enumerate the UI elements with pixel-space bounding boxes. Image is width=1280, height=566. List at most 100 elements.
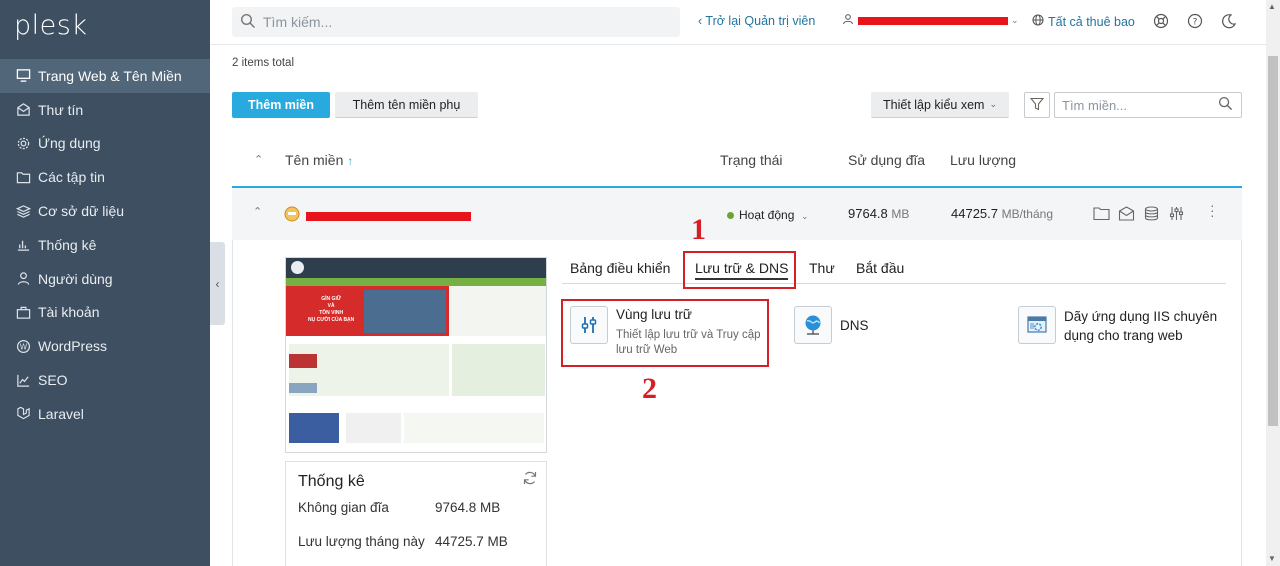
thumbnail-footer-image <box>289 413 339 443</box>
sidebar-item-users[interactable]: Người dùng <box>0 262 210 296</box>
laravel-icon <box>15 406 31 422</box>
search-icon[interactable] <box>1218 96 1233 114</box>
globe-network-icon <box>805 315 821 335</box>
topbar: ‹ Trở lại Quản trị viên ⌄ Tất cả thuê ba… <box>210 0 1266 45</box>
tabs-divider <box>562 283 1226 284</box>
traffic-cell: 44725.7 MB/tháng <box>951 206 1053 221</box>
mail-icon <box>15 102 31 118</box>
sidebar-item-databases[interactable]: Cơ sở dữ liệu <box>0 194 210 228</box>
stat-traffic-label: Lưu lượng tháng này <box>298 534 425 549</box>
view-settings-button[interactable]: Thiết lập kiểu xem ⌄ <box>871 92 1009 118</box>
mail-icon[interactable] <box>1118 206 1135 224</box>
website-thumbnail[interactable]: GÌN GIỮ VÀ TÔN VINH NỤ CƯỜI CỦA BẠN <box>285 257 547 453</box>
tab-mail[interactable]: Thư <box>809 260 835 276</box>
annotation-box-hosting-tab <box>683 251 796 289</box>
thumbnail-footer-block <box>346 413 401 443</box>
column-header-status[interactable]: Trạng thái <box>720 152 783 168</box>
add-subdomain-button[interactable]: Thêm tên miền phụ <box>335 92 478 118</box>
thumbnail-header <box>286 258 546 278</box>
sidebar-item-label: Thống kê <box>38 236 97 253</box>
annotation-number-1: 1 <box>691 213 706 246</box>
sidebar-item-seo[interactable]: SEO <box>0 363 210 397</box>
svg-text:W: W <box>19 342 27 351</box>
help-icon[interactable]: ? <box>1186 12 1204 30</box>
sidebar-item-websites[interactable]: Trang Web & Tên Miền <box>0 59 210 93</box>
filter-icon <box>1029 97 1045 114</box>
global-search[interactable] <box>232 7 680 37</box>
thumbnail-sidebar <box>449 286 546 336</box>
scrollbar-thumb[interactable] <box>1268 56 1278 426</box>
dns-tile-title[interactable]: DNS <box>840 318 869 333</box>
chevron-down-icon: ⌄ <box>989 99 997 109</box>
sliders-icon[interactable] <box>1168 206 1185 224</box>
globe-icon <box>1032 14 1044 29</box>
sidebar-item-label: Thư tín <box>38 101 84 118</box>
plesk-logo[interactable]: plesk <box>14 10 87 41</box>
search-input[interactable] <box>263 14 663 30</box>
scroll-up-arrow-icon[interactable]: ▲ <box>1268 2 1276 11</box>
filter-button[interactable] <box>1024 92 1050 118</box>
thumbnail-photo <box>364 290 446 333</box>
sidebar-item-label: Trang Web & Tên Miền <box>38 67 182 84</box>
chevron-down-icon: ⌄ <box>801 211 809 221</box>
sidebar-item-statistics[interactable]: Thống kê <box>0 228 210 262</box>
sidebar-item-label: Các tập tin <box>38 169 105 186</box>
stat-disk-label: Không gian đĩa <box>298 500 389 515</box>
sidebar-item-label: Laravel <box>38 405 84 422</box>
app-pool-icon <box>1027 316 1047 333</box>
column-header-domain[interactable]: Tên miền ↑ <box>285 152 353 168</box>
thumbnail-footer-block <box>404 413 544 443</box>
annotation-number-2: 2 <box>642 372 657 405</box>
scroll-down-arrow-icon[interactable]: ▼ <box>1268 554 1276 563</box>
collapse-all-icon[interactable]: ⌃ <box>254 153 263 166</box>
gear-icon <box>15 135 31 151</box>
add-domain-button[interactable]: Thêm miền <box>232 92 330 118</box>
thumbnail-news-image <box>289 354 317 368</box>
thumbnail-banner: GÌN GIỮ VÀ TÔN VINH NỤ CƯỜI CỦA BẠN <box>286 286 449 336</box>
back-to-admin-link[interactable]: ‹ Trở lại Quản trị viên <box>698 14 815 28</box>
sidebar-item-files[interactable]: Các tập tin <box>0 160 210 194</box>
more-options-icon[interactable]: · · · <box>1210 198 1215 222</box>
tab-getting-started[interactable]: Bắt đầu <box>856 260 904 276</box>
bar-chart-icon <box>15 237 31 253</box>
dark-mode-icon[interactable] <box>1220 12 1238 30</box>
row-actions <box>1093 206 1185 224</box>
thumbnail-news-image <box>289 383 317 393</box>
sidebar: plesk Trang Web & Tên Miền Thư tín Ứng d… <box>0 0 210 566</box>
chevron-down-icon: ⌄ <box>1011 15 1019 25</box>
iis-tile-icon[interactable] <box>1018 306 1056 344</box>
help-center-icon[interactable] <box>1152 12 1170 30</box>
thumbnail-nav <box>286 278 546 286</box>
statistics-card: Thống kê Không gian đĩa 9764.8 MB Lưu lư… <box>285 461 547 566</box>
domain-search-box[interactable] <box>1054 92 1242 118</box>
sidebar-nav: Trang Web & Tên Miền Thư tín Ứng dụng Cá… <box>0 59 210 431</box>
sidebar-item-account[interactable]: Tài khoản <box>0 296 210 330</box>
chevron-left-icon: ‹ <box>215 276 220 291</box>
sidebar-item-label: Tài khoản <box>38 304 100 321</box>
domain-search-input[interactable] <box>1062 97 1212 113</box>
refresh-icon[interactable] <box>522 470 538 489</box>
column-header-disk-usage[interactable]: Sử dụng đĩa <box>848 152 925 168</box>
column-header-traffic[interactable]: Lưu lượng <box>950 152 1016 168</box>
database-icon[interactable] <box>1143 206 1160 224</box>
dns-tile-icon[interactable] <box>794 306 832 344</box>
all-subscriptions-link[interactable]: Tất cả thuê bao <box>1032 14 1135 29</box>
thumbnail-logo <box>291 261 304 274</box>
statistics-title: Thống kê <box>298 473 365 490</box>
status-dropdown[interactable]: Hoạt động ⌄ <box>727 207 809 222</box>
redacted-domain-name[interactable] <box>306 209 471 224</box>
user-icon <box>15 271 31 287</box>
sidebar-collapse-toggle[interactable]: ‹ <box>210 242 225 325</box>
folder-icon[interactable] <box>1093 206 1110 224</box>
sidebar-item-label: SEO <box>38 372 68 389</box>
row-collapse-icon[interactable]: ⌃ <box>253 205 262 218</box>
iis-tile-title[interactable]: Dãy ứng dụng IIS chuyên dụng cho trang w… <box>1064 307 1224 345</box>
seo-chart-icon <box>15 372 31 388</box>
sidebar-item-laravel[interactable]: Laravel <box>0 397 210 431</box>
user-menu[interactable]: ⌄ <box>842 13 1019 28</box>
sidebar-item-applications[interactable]: Ứng dụng <box>0 127 210 161</box>
sidebar-item-wordpress[interactable]: W WordPress <box>0 329 210 363</box>
tab-dashboard[interactable]: Bảng điều khiển <box>570 260 670 276</box>
folder-icon <box>15 169 31 185</box>
sidebar-item-mail[interactable]: Thư tín <box>0 93 210 127</box>
